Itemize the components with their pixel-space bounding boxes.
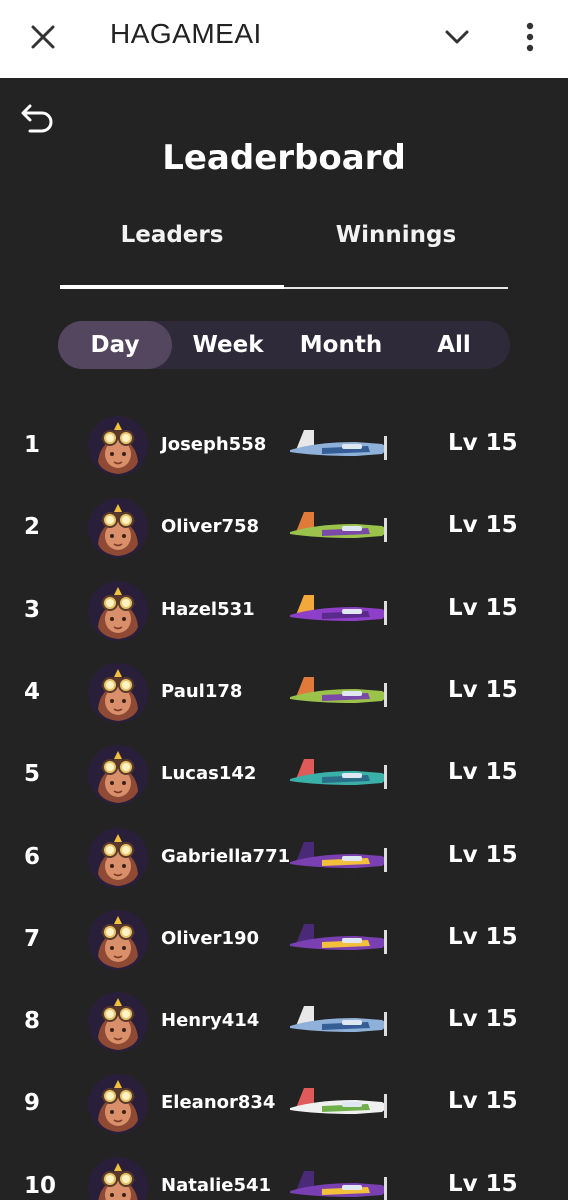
active-tab-indicator: [60, 285, 284, 289]
avatar: [88, 662, 148, 723]
avatar: [88, 580, 148, 641]
player-name: Natalie541: [161, 1174, 272, 1196]
avatar: [88, 498, 148, 559]
tab-divider: [284, 287, 508, 289]
rank-number: 1: [24, 432, 41, 458]
chevron-down-icon[interactable]: [440, 20, 474, 54]
green-purple-plane-icon: [286, 671, 392, 715]
rank-number: 2: [24, 514, 41, 541]
avatar: [88, 909, 148, 970]
tab-leaders[interactable]: Leaders: [60, 222, 284, 262]
close-icon[interactable]: [26, 20, 60, 54]
rank-number: 8: [24, 1008, 41, 1035]
period-selector: Day Week Month All: [58, 321, 510, 369]
avatar: [88, 992, 148, 1053]
rank-number: 3: [24, 596, 41, 623]
player-name: Oliver190: [161, 927, 260, 949]
leaderboard-row[interactable]: 6 Gabriella771 Lv 15: [0, 818, 568, 900]
leaderboard-row[interactable]: 7 Oliver190 Lv 15: [0, 900, 568, 982]
rank-number: 7: [24, 925, 41, 952]
purple-yellow-plane-icon: [286, 1165, 392, 1200]
leaderboard-row[interactable]: 3 Hazel531 Lv 15: [0, 571, 568, 653]
player-name: Gabriella771: [161, 845, 291, 867]
player-level: Lv 15: [448, 512, 518, 539]
rank-number: 10: [24, 1172, 57, 1199]
player-level: Lv 15: [448, 1006, 518, 1033]
purple-jet-icon: [286, 589, 392, 633]
period-week[interactable]: Week: [172, 321, 284, 369]
avatar: [88, 416, 148, 476]
player-name: Eleanor834: [161, 1092, 276, 1114]
purple-yellow-plane-icon: [286, 918, 392, 962]
avatar: [88, 827, 148, 888]
teal-biplane-icon: [286, 753, 392, 797]
leaderboard-row[interactable]: 1 Joseph558 Lv 15: [0, 406, 568, 488]
player-name: Hazel531: [161, 598, 255, 620]
player-level: Lv 15: [448, 1088, 518, 1115]
rank-number: 5: [24, 761, 41, 788]
player-level: Lv 15: [448, 594, 518, 621]
blue-biplane-icon: [286, 424, 392, 468]
avatar: [88, 1074, 148, 1135]
player-level: Lv 15: [448, 841, 518, 868]
tab-winnings[interactable]: Winnings: [284, 222, 508, 262]
green-purple-plane-icon: [286, 506, 392, 550]
avatar: [88, 1156, 148, 1200]
rank-number: 9: [24, 1090, 41, 1117]
tab-bar: Leaders Winnings: [60, 222, 508, 292]
leaderboard-row[interactable]: 2 Oliver758 Lv 15: [0, 488, 568, 570]
leaderboard-row[interactable]: 10 Natalie541 Lv 15: [0, 1147, 568, 1200]
app-bar: HAGAMEAI: [0, 0, 568, 78]
player-name: Lucas142: [161, 763, 257, 785]
player-level: Lv 15: [448, 676, 518, 703]
page-title: Leaderboard: [162, 138, 406, 178]
player-name: Henry414: [161, 1010, 260, 1032]
blue-biplane-icon: [286, 1000, 392, 1044]
player-level: Lv 15: [448, 1170, 518, 1197]
leaderboard-row[interactable]: 8 Henry414 Lv 15: [0, 982, 568, 1064]
player-level: Lv 15: [448, 759, 518, 786]
player-name: Oliver758: [161, 516, 260, 538]
leaderboard-row[interactable]: 4 Paul178 Lv 15: [0, 653, 568, 735]
player-level: Lv 15: [448, 923, 518, 950]
player-name: Joseph558: [161, 434, 267, 455]
period-day[interactable]: Day: [58, 321, 172, 369]
leaderboard-row[interactable]: 9 Eleanor834 Lv 15: [0, 1064, 568, 1146]
more-vertical-icon[interactable]: [516, 18, 544, 56]
back-arrow-icon[interactable]: [20, 100, 56, 134]
rank-number: 6: [24, 843, 41, 870]
app-title: HAGAMEAI: [110, 18, 262, 49]
period-month[interactable]: Month: [284, 321, 398, 369]
period-all[interactable]: All: [398, 321, 510, 369]
rank-number: 4: [24, 678, 41, 705]
player-level: Lv 15: [448, 430, 518, 456]
avatar: [88, 745, 148, 806]
white-green-plane-icon: [286, 1082, 392, 1126]
player-name: Paul178: [161, 680, 243, 702]
leaderboard-row[interactable]: 5 Lucas142 Lv 15: [0, 735, 568, 817]
purple-yellow-plane-icon: [286, 836, 392, 880]
